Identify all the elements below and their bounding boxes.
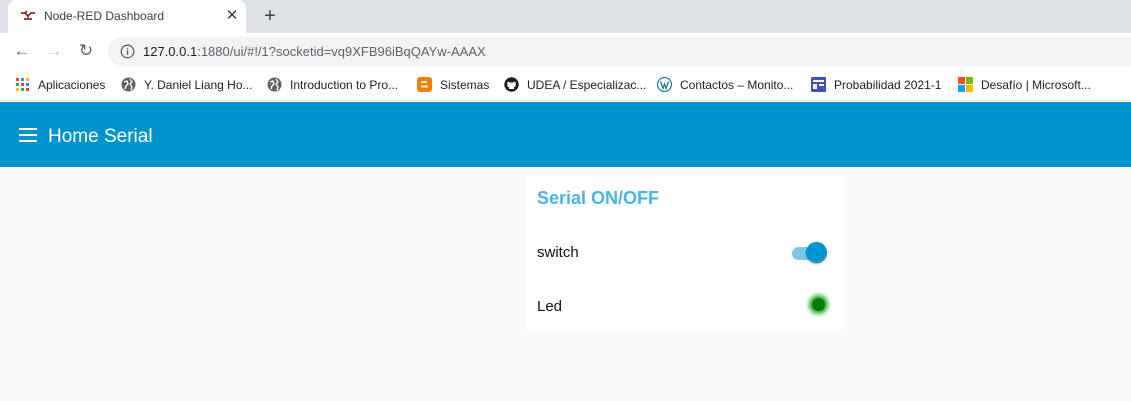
- address-bar[interactable]: 127.0.0.1:1880/ui/#!/1?socketid=vq9XFB96…: [108, 37, 1131, 66]
- node-red-icon: [21, 10, 35, 20]
- apps-grid-icon: [16, 78, 29, 91]
- new-tab-icon[interactable]: +: [260, 6, 280, 26]
- bookmark-label: Sistemas: [440, 78, 490, 92]
- bookmark-contactos[interactable]: Contactos – Monito...: [657, 77, 793, 93]
- group-title: Serial ON/OFF: [537, 188, 660, 208]
- bookmark-label: Y. Daniel Liang Ho...: [144, 78, 253, 92]
- bookmark-desafio[interactable]: Desafío | Microsoft...: [958, 77, 1091, 93]
- bookmark-aplicaciones[interactable]: Aplicaciones: [15, 77, 105, 93]
- bookmark-sistemas[interactable]: Sistemas: [417, 77, 489, 93]
- blogger-icon: [417, 77, 432, 92]
- globe-icon: [121, 77, 136, 92]
- bookmark-introduction[interactable]: Introduction to Pro...: [267, 77, 398, 93]
- bookmark-probabilidad[interactable]: Probabilidad 2021-1: [811, 77, 941, 93]
- browser-tab[interactable]: Node-RED Dashboard ✕: [8, 0, 246, 33]
- hamburger-menu-icon[interactable]: [19, 128, 37, 142]
- github-icon: [504, 77, 519, 92]
- browser-tab-strip: Node-RED Dashboard ✕ +: [0, 0, 1131, 33]
- led-label: Led: [537, 298, 563, 315]
- bookmark-liang[interactable]: Y. Daniel Liang Ho...: [121, 77, 253, 93]
- tab-title: Node-RED Dashboard: [44, 9, 165, 23]
- url-host: 127.0.0.1: [143, 44, 198, 59]
- bookmark-label: Aplicaciones: [38, 78, 106, 92]
- bookmark-label: Desafío | Microsoft...: [981, 78, 1091, 92]
- bookmark-udea[interactable]: UDEA / Especializac...: [504, 77, 646, 93]
- microsoft-icon: [958, 77, 973, 92]
- switch-thumb: [806, 242, 827, 263]
- bookmark-label: UDEA / Especializac...: [527, 78, 647, 92]
- bookmark-label: Contactos – Monito...: [680, 78, 794, 92]
- switch-label: switch: [537, 244, 579, 261]
- url-text[interactable]: 127.0.0.1:1880/ui/#!/1?socketid=vq9XFB96…: [143, 44, 486, 59]
- dashboard-title: Home Serial: [48, 126, 153, 147]
- forward-arrow-icon[interactable]: →: [44, 41, 64, 61]
- tab-close-icon[interactable]: ✕: [224, 8, 240, 24]
- back-arrow-icon[interactable]: ←: [12, 41, 32, 61]
- info-icon[interactable]: [120, 44, 135, 59]
- reload-icon[interactable]: ↻: [76, 41, 96, 61]
- led-indicator: [812, 298, 825, 311]
- switch-toggle[interactable]: [792, 242, 828, 264]
- forms-icon: [811, 77, 826, 92]
- dashboard-toolbar: Home Serial: [0, 102, 1131, 167]
- url-path: :1880/ui/#!/1?socketid=vq9XFB96iBqQAYw-A…: [197, 44, 486, 59]
- bookmark-label: Probabilidad 2021-1: [834, 78, 942, 92]
- globe-icon: [267, 77, 282, 92]
- group-card-serial: Serial ON/OFF switch Led: [525, 176, 844, 330]
- bookmarks-bar: Aplicaciones Y. Daniel Liang Ho... Intro…: [0, 70, 1131, 101]
- wordpress-icon: [657, 77, 672, 92]
- bookmark-label: Introduction to Pro...: [290, 78, 399, 92]
- browser-toolbar: ← → ↻ 127.0.0.1:1880/ui/#!/1?socketid=vq…: [0, 33, 1131, 70]
